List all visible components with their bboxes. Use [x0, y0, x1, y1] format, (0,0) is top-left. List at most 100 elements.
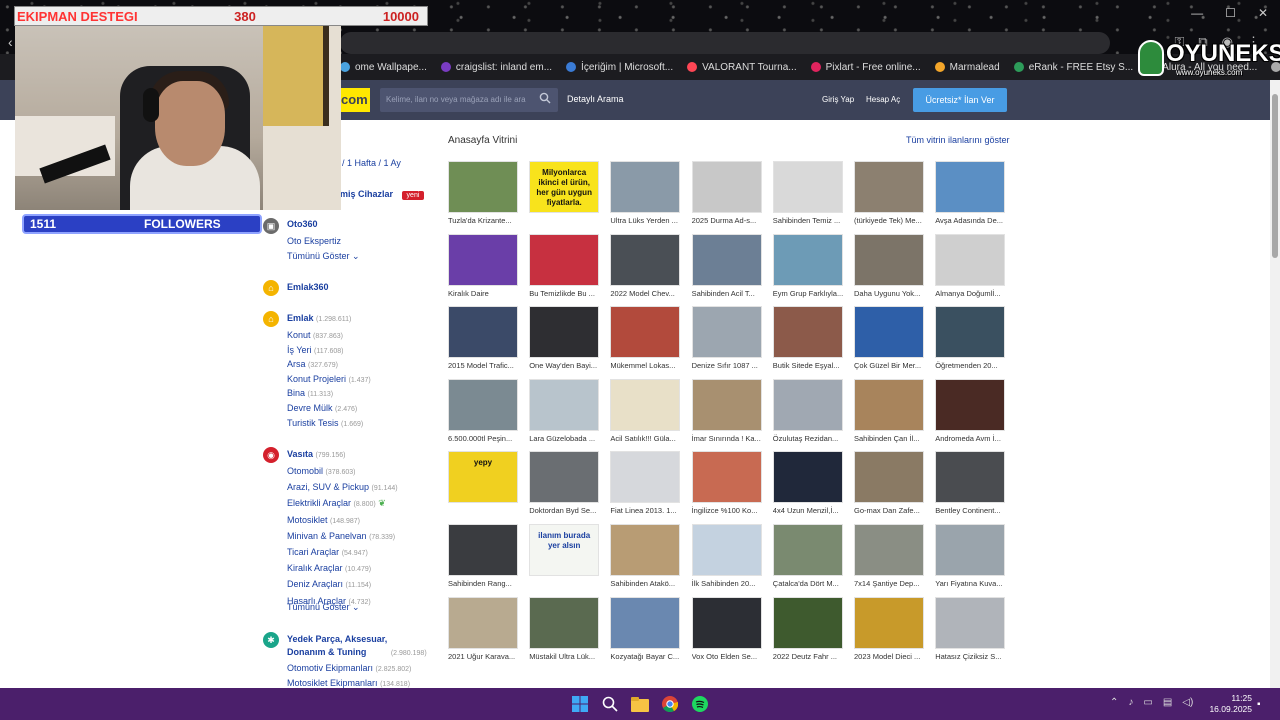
- bookmark-item[interactable]: İçeriğim | Microsoft...: [566, 62, 673, 73]
- listing-caption[interactable]: Özulutaş Rezidan...: [773, 434, 847, 443]
- listing-caption[interactable]: Sahibinden Rang...: [448, 579, 522, 588]
- showcase-card[interactable]: Tuzla'da Krizante...: [448, 161, 520, 229]
- chrome-icon[interactable]: [660, 694, 680, 714]
- listing-caption[interactable]: Avşa Adasında De...: [935, 216, 1009, 225]
- showcase-card[interactable]: 2023 Model Dieci ...: [854, 596, 928, 665]
- category-item[interactable]: Deniz Araçları (11.154): [287, 579, 371, 589]
- listing-thumbnail[interactable]: [854, 161, 924, 213]
- listing-thumbnail[interactable]: [610, 161, 681, 213]
- listing-thumbnail[interactable]: [854, 524, 924, 576]
- oto360-link[interactable]: Oto360: [287, 219, 318, 229]
- bookmark-item[interactable]: eRank - FREE Etsy S...: [1013, 62, 1133, 73]
- listing-thumbnail[interactable]: [854, 378, 924, 431]
- listing-caption[interactable]: Denize Sıfır 1087 ...: [692, 361, 766, 370]
- listing-thumbnail[interactable]: [935, 451, 1006, 504]
- chevron-up-icon[interactable]: ⌃: [1110, 697, 1118, 708]
- register-link[interactable]: Hesap Aç: [866, 95, 900, 104]
- listing-thumbnail[interactable]: [610, 524, 681, 576]
- showcase-card[interactable]: Sahibinden Çan İl...: [854, 378, 926, 447]
- category-item[interactable]: Otomotiv Ekipmanları (2.825.802): [287, 663, 411, 673]
- listing-caption[interactable]: 2015 Model Trafic...: [448, 361, 522, 370]
- search-icon[interactable]: [539, 92, 551, 104]
- listing-caption[interactable]: 7x14 Şantiye Dep...: [854, 579, 928, 588]
- taskbar-clock[interactable]: 11:25 16.09.2025: [1206, 693, 1252, 715]
- emlak-heading[interactable]: Emlak (1.298.611): [287, 313, 351, 323]
- listing-caption[interactable]: 2023 Model Dieci ...: [854, 652, 928, 661]
- show-all-link[interactable]: Tümünü Göster ⌄: [287, 251, 360, 262]
- network-icon[interactable]: ▤: [1163, 697, 1172, 708]
- category-item[interactable]: Minivan & Panelvan (78.339): [287, 531, 395, 541]
- showcase-card[interactable]: Vox Oto Elden Se...: [691, 596, 766, 665]
- showcase-card[interactable]: Lara Güzelobada ...: [529, 378, 601, 447]
- showcase-card[interactable]: Kozyatağı Bayar C...: [610, 596, 682, 665]
- showcase-card[interactable]: Acil Satılık!!! Güla...: [610, 378, 682, 447]
- listing-thumbnail[interactable]: [448, 524, 518, 576]
- file-explorer-icon[interactable]: [630, 694, 650, 714]
- listing-caption[interactable]: Öğretmenden 20...: [935, 361, 1009, 370]
- showcase-card[interactable]: Sahibinden Temiz ...: [772, 161, 847, 229]
- listing-thumbnail[interactable]: [529, 451, 600, 504]
- vasita-show-all-link[interactable]: Tümünü Göster ⌄: [287, 602, 360, 613]
- category-item[interactable]: Turistik Tesis (1.669): [287, 418, 363, 428]
- showcase-card[interactable]: 4x4 Uzun Menzil,İ...: [772, 451, 847, 519]
- listing-thumbnail[interactable]: [772, 451, 843, 504]
- showcase-card[interactable]: Sahibinden Acil T...: [691, 233, 766, 302]
- showcase-card[interactable]: Özulutaş Rezidan...: [772, 378, 847, 447]
- site-logo[interactable]: com: [340, 88, 370, 112]
- listing-thumbnail[interactable]: [610, 596, 681, 649]
- listing-thumbnail[interactable]: [691, 524, 762, 576]
- listing-thumbnail[interactable]: [854, 451, 924, 504]
- listing-thumbnail[interactable]: [854, 596, 924, 649]
- listing-thumbnail[interactable]: [448, 161, 518, 213]
- bookmark-item[interactable]: Marmalead: [934, 62, 1000, 73]
- showcase-card[interactable]: 2025 Durma Ad-s...: [691, 161, 766, 229]
- listing-thumbnail[interactable]: [691, 161, 762, 213]
- listing-caption[interactable]: 6.500.000tl Peşin...: [448, 434, 522, 443]
- listing-caption[interactable]: Kiralık Daire: [448, 289, 522, 298]
- showcase-card[interactable]: Çatalca'da Dört M...: [772, 524, 845, 592]
- listing-caption[interactable]: Sahibinden Acil T...: [692, 289, 766, 298]
- listing-caption[interactable]: 4x4 Uzun Menzil,İ...: [773, 506, 847, 515]
- listing-thumbnail[interactable]: [935, 233, 1006, 286]
- listing-caption[interactable]: Sahibinden Temiz ...: [773, 216, 847, 225]
- listing-thumbnail[interactable]: Milyonlarca ikinci el ürün, her gün uygu…: [529, 161, 600, 213]
- oto-expertise-link[interactable]: Oto Ekspertiz: [287, 236, 341, 246]
- showcase-card[interactable]: 2015 Model Trafic...: [448, 306, 520, 374]
- listing-thumbnail[interactable]: [529, 306, 600, 359]
- showcase-card[interactable]: 2022 Model Chev...: [610, 233, 682, 302]
- showcase-card[interactable]: Hatasız Çiziksiz S...: [935, 596, 1009, 665]
- listing-caption[interactable]: Tuzla'da Krizante...: [448, 216, 522, 225]
- showcase-card[interactable]: 6.500.000tl Peşin...: [448, 378, 522, 447]
- category-item[interactable]: Arsa (327.679): [287, 359, 338, 369]
- showcase-card[interactable]: İngilizce %100 Ko...: [691, 451, 764, 519]
- listing-caption[interactable]: One Way'den Bayi...: [529, 361, 603, 370]
- listing-thumbnail[interactable]: [610, 451, 681, 504]
- listing-caption[interactable]: Butik Sitede Eşyal...: [773, 361, 847, 370]
- search-icon[interactable]: [600, 694, 620, 714]
- showcase-card[interactable]: Butik Sitede Eşyal...: [772, 306, 847, 374]
- listing-thumbnail[interactable]: yepy: [448, 451, 518, 504]
- category-item[interactable]: Motosiklet (148.987): [287, 515, 360, 525]
- showcase-card[interactable]: Sahibinden Rang...: [448, 524, 520, 592]
- showcase-card[interactable]: Denize Sıfır 1087 ...: [691, 306, 766, 374]
- showcase-card[interactable]: Öğretmenden 20...: [935, 306, 1007, 374]
- listing-caption[interactable]: Vox Oto Elden Se...: [692, 652, 766, 661]
- listing-caption[interactable]: 2025 Durma Ad-s...: [692, 216, 766, 225]
- showcase-card[interactable]: Bentley Continent...: [935, 451, 1007, 519]
- listing-thumbnail[interactable]: [772, 306, 843, 359]
- listing-thumbnail[interactable]: [610, 233, 681, 286]
- listing-caption[interactable]: Hatasız Çiziksiz S...: [935, 652, 1009, 661]
- showcase-card[interactable]: Avşa Adasında De...: [935, 161, 1007, 229]
- spotify-icon[interactable]: [690, 694, 710, 714]
- showcase-card[interactable]: Go-max Dan Zafe...: [854, 451, 926, 519]
- listing-caption[interactable]: Çok Güzel Bir Mer...: [854, 361, 928, 370]
- listing-thumbnail[interactable]: [935, 524, 1006, 576]
- showcase-card[interactable]: 2022 Deutz Fahr ...: [772, 596, 845, 665]
- listing-caption[interactable]: (türkiyede Tek) Me...: [854, 216, 928, 225]
- category-item[interactable]: Elektrikli Araçlar (8.800) ❦: [287, 498, 386, 509]
- listing-thumbnail[interactable]: [772, 161, 843, 213]
- listing-thumbnail[interactable]: [448, 596, 518, 649]
- showcase-card[interactable]: Mükemmel Lokas...: [610, 306, 682, 374]
- listing-caption[interactable]: Müstakil Ultra Lük...: [529, 652, 603, 661]
- showcase-card[interactable]: One Way'den Bayi...: [529, 306, 601, 374]
